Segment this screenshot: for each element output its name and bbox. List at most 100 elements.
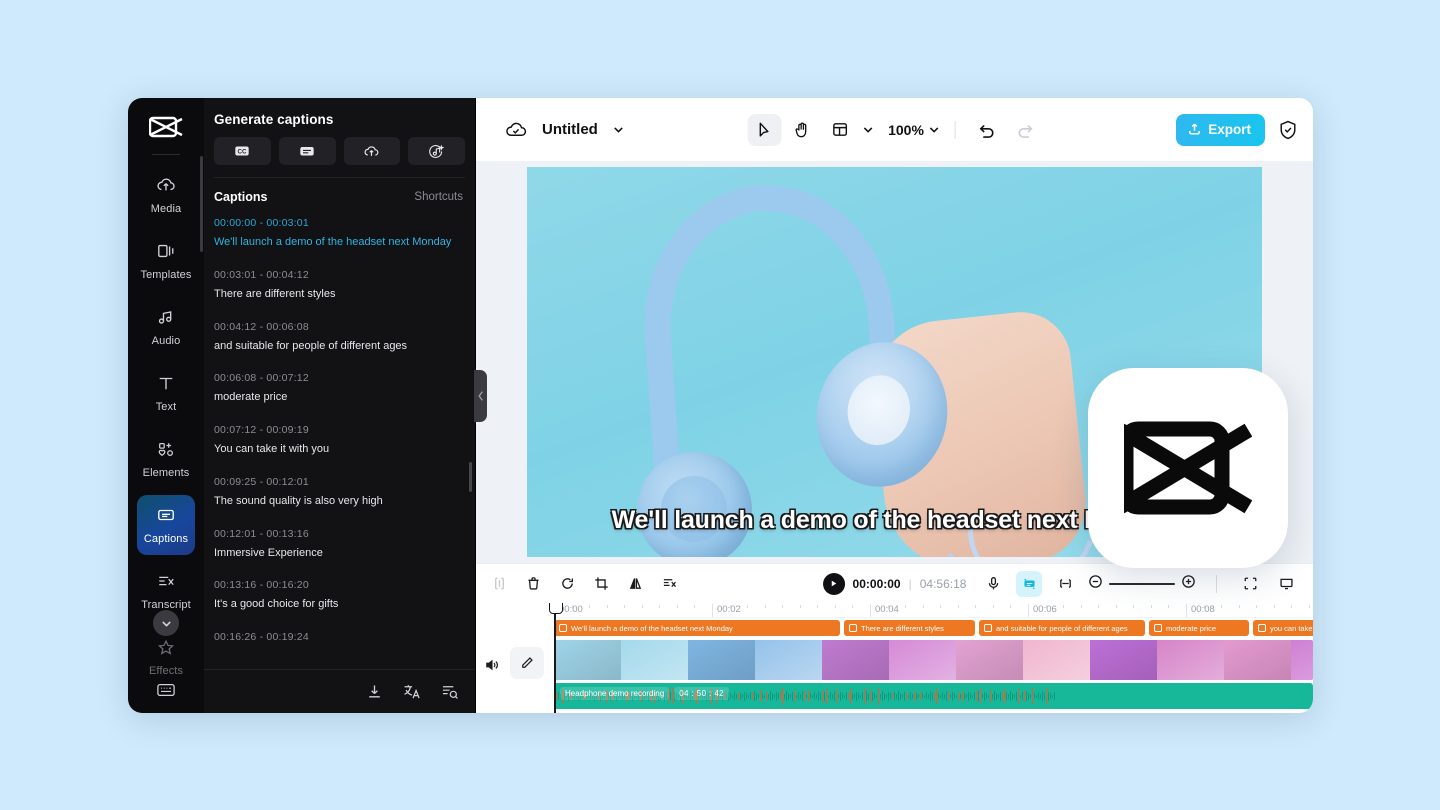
caption-clip[interactable]: moderate price — [1149, 620, 1249, 636]
sidebar-item-audio[interactable]: Audio — [137, 297, 195, 357]
list-item[interactable]: 00:12:01 - 00:13:16 Immersive Experience — [214, 523, 461, 575]
speaker-icon[interactable] — [484, 657, 500, 678]
list-item[interactable]: 00:16:26 - 00:19:24 — [214, 626, 461, 664]
shortcuts-link[interactable]: Shortcuts — [414, 191, 463, 203]
panel-collapse-handle[interactable] — [474, 370, 487, 422]
timeline-area[interactable]: 00:00 00:02 00:04 00:06 00:08 We'll launch a… — [476, 603, 1313, 713]
video-thumbnail[interactable] — [688, 640, 755, 680]
search-captions-icon[interactable] — [441, 683, 459, 700]
video-thumbnail[interactable] — [1157, 640, 1224, 680]
list-item[interactable]: 00:04:12 - 00:06:08 and suitable for peo… — [214, 316, 461, 368]
waveform-bar — [806, 694, 807, 698]
cloud-saved-icon[interactable] — [504, 119, 528, 141]
video-thumbnail[interactable] — [755, 640, 822, 680]
sidebar-item-elements[interactable]: Elements — [137, 429, 195, 489]
video-thumbnail[interactable] — [1023, 640, 1090, 680]
captions-scrollbar[interactable] — [469, 462, 472, 492]
caption-text[interactable]: We'll launch a demo of the headset next … — [214, 236, 461, 250]
timeline-tracks[interactable]: 00:00 00:02 00:04 00:06 00:08 We'll launch a… — [550, 603, 1313, 713]
preview-monitor-icon[interactable] — [1273, 571, 1299, 597]
list-item[interactable]: 00:13:16 - 00:16:20 It's a good choice f… — [214, 574, 461, 626]
sidebar-item-media[interactable]: Media — [137, 165, 195, 225]
zoom-slider[interactable] — [1088, 574, 1196, 594]
caption-clip[interactable]: you can take it with you — [1253, 620, 1313, 636]
layout-chevron-down-icon[interactable] — [861, 123, 874, 136]
sidebar-item-templates[interactable]: Templates — [137, 231, 195, 291]
chevron-down-icon[interactable] — [612, 123, 625, 136]
auto-captions-tool[interactable] — [1016, 570, 1042, 597]
layout-tool[interactable] — [823, 114, 857, 146]
play-button[interactable] — [822, 572, 845, 595]
select-tool[interactable] — [747, 113, 782, 146]
rotate-tool[interactable] — [554, 571, 580, 597]
video-thumbnail[interactable] — [956, 640, 1023, 680]
timeline-ruler[interactable]: 00:00 00:02 00:04 00:06 00:08 — [554, 603, 1313, 618]
zoom-level: 100% — [888, 121, 924, 138]
caption-clip[interactable]: and suitable for people of different age… — [979, 620, 1145, 636]
auto-lyrics-button[interactable] — [408, 137, 465, 165]
keyboard-shortcuts-icon[interactable] — [149, 675, 183, 705]
hand-tool[interactable] — [785, 114, 819, 146]
capcut-logo[interactable] — [146, 110, 186, 144]
crop-tool[interactable] — [588, 571, 614, 597]
undo-button[interactable] — [970, 114, 1004, 146]
list-item[interactable]: 00:09:25 - 00:12:01 The sound quality is… — [214, 471, 461, 523]
ruler-tick — [1203, 605, 1205, 608]
video-thumbnail[interactable] — [1291, 640, 1313, 680]
captions-header-label: Captions — [214, 190, 268, 204]
keyframe-tool[interactable] — [1052, 571, 1078, 597]
video-thumbnail[interactable] — [1224, 640, 1291, 680]
list-item[interactable]: 00:06:08 - 00:07:12 moderate price — [214, 367, 461, 419]
download-captions-icon[interactable] — [366, 683, 383, 700]
sidebar-item-captions[interactable]: Captions — [137, 495, 195, 555]
subtitle-button[interactable] — [278, 137, 336, 165]
waveform-bar — [924, 694, 925, 698]
zoom-out-icon[interactable] — [1088, 574, 1103, 594]
caption-text[interactable]: moderate price — [214, 391, 461, 405]
fit-to-screen-icon[interactable] — [1237, 571, 1263, 597]
translate-captions-icon[interactable] — [403, 683, 421, 700]
caption-text[interactable]: and suitable for people of different age… — [214, 340, 461, 354]
list-item[interactable]: 00:00:00 - 00:03:01 We'll launch a demo … — [214, 212, 461, 264]
timeline-gutter — [476, 603, 554, 713]
rail-more-button[interactable] — [153, 610, 179, 636]
split-tool[interactable] — [486, 571, 512, 597]
transcript-tool[interactable] — [656, 571, 682, 597]
zoom-in-icon[interactable] — [1181, 574, 1196, 594]
caption-text[interactable]: There are different styles — [214, 288, 461, 302]
video-thumbnail[interactable] — [554, 640, 621, 680]
caption-clip[interactable]: There are different styles — [844, 620, 975, 636]
upload-captions-button[interactable] — [343, 137, 401, 165]
redo-button[interactable] — [1008, 114, 1042, 146]
caption-track[interactable]: We'll launch a demo of the headset next … — [554, 620, 1313, 636]
caption-clip[interactable]: We'll launch a demo of the headset next … — [554, 620, 840, 636]
captions-list[interactable]: 00:00:00 - 00:03:01 We'll launch a demo … — [204, 212, 475, 669]
shield-check-icon[interactable] — [1277, 119, 1299, 141]
sidebar-item-text[interactable]: Text — [137, 363, 195, 423]
video-thumbnail[interactable] — [822, 640, 889, 680]
caption-text[interactable]: Immersive Experience — [214, 547, 461, 561]
caption-text[interactable]: You can take it with you — [214, 443, 461, 457]
zoom-chevron-down-icon[interactable] — [928, 123, 941, 136]
project-title[interactable]: Untitled — [542, 121, 598, 138]
cc-captions-button[interactable]: CC — [214, 137, 271, 165]
timeline-playhead[interactable] — [550, 603, 561, 713]
list-item[interactable]: 00:07:12 - 00:09:19 You can take it with… — [214, 419, 461, 471]
waveform-bar — [940, 694, 941, 698]
pencil-edit-icon[interactable] — [510, 647, 544, 679]
voiceover-tool[interactable] — [980, 571, 1006, 597]
zoom-slider-track[interactable] — [1109, 582, 1175, 585]
mirror-tool[interactable] — [622, 571, 648, 597]
audio-track[interactable]: Headphone demo recording 04 : 50 : 42 — [554, 683, 1313, 709]
delete-tool[interactable] — [520, 571, 546, 597]
caption-text[interactable]: The sound quality is also very high — [214, 495, 461, 509]
video-track[interactable] — [554, 640, 1313, 680]
export-button[interactable]: Export — [1176, 113, 1265, 146]
list-item[interactable]: 00:03:01 - 00:04:12 There are different … — [214, 264, 461, 316]
video-thumbnail[interactable] — [1090, 640, 1157, 680]
rail-scrollbar[interactable] — [200, 156, 203, 252]
video-thumbnail[interactable] — [889, 640, 956, 680]
ruler-tick — [1308, 605, 1310, 608]
video-thumbnail[interactable] — [621, 640, 688, 680]
caption-text[interactable]: It's a good choice for gifts — [214, 598, 461, 612]
